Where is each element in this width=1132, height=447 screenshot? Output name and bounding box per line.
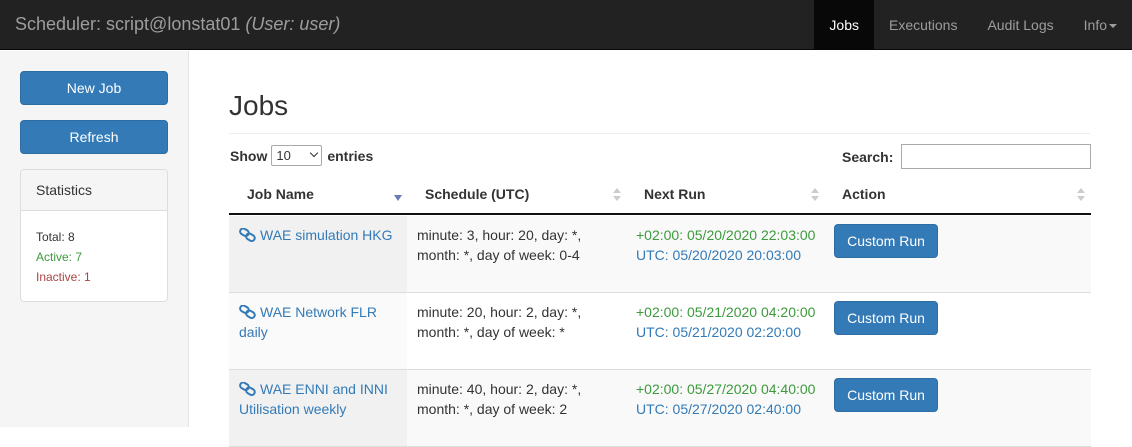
custom-run-button[interactable]: Custom Run bbox=[834, 378, 938, 412]
next-run-local: +02:00: 05/20/2020 22:03:00 bbox=[636, 227, 816, 243]
main-nav: Jobs Executions Audit Logs Info bbox=[814, 0, 1132, 50]
link-icon bbox=[239, 305, 256, 319]
nav-info-label: Info bbox=[1083, 17, 1107, 33]
next-run-cell: +02:00: 05/21/2020 04:20:00 UTC: 05/21/2… bbox=[636, 302, 826, 342]
job-name-cell: WAE simulation HKG bbox=[229, 216, 407, 292]
table-row: WAE simulation HKG minute: 3, hour: 20, … bbox=[229, 216, 1091, 293]
job-link[interactable]: WAE Network FLR daily bbox=[239, 304, 377, 340]
top-navbar: Scheduler: script@lonstat01 (User: user)… bbox=[0, 0, 1132, 50]
column-header-action[interactable]: Action bbox=[842, 175, 886, 214]
stat-inactive: Inactive: 1 bbox=[36, 270, 91, 284]
statistics-heading: Statistics bbox=[21, 170, 167, 211]
table-header: Job Name Schedule (UTC) Next Run Action bbox=[229, 175, 1091, 215]
sort-desc-icon bbox=[394, 195, 402, 201]
job-name-cell: WAE Network FLR daily bbox=[229, 293, 407, 369]
search-input[interactable] bbox=[901, 144, 1091, 169]
link-icon bbox=[239, 382, 256, 396]
table-row: WAE Network FLR daily minute: 20, hour: … bbox=[229, 293, 1091, 370]
next-run-cell: +02:00: 05/20/2020 22:03:00 UTC: 05/20/2… bbox=[636, 225, 826, 265]
schedule-cell: minute: 3, hour: 20, day: *, month: *, d… bbox=[417, 227, 582, 263]
custom-run-button[interactable]: Custom Run bbox=[834, 224, 938, 258]
chevron-down-icon bbox=[310, 148, 319, 158]
app-brand[interactable]: Scheduler: script@lonstat01 (User: user) bbox=[15, 14, 340, 35]
nav-audit-logs[interactable]: Audit Logs bbox=[972, 0, 1068, 50]
entries-select-value: 10 bbox=[276, 148, 291, 163]
job-name: WAE simulation HKG bbox=[260, 227, 393, 243]
link-icon bbox=[239, 228, 256, 242]
column-label: Job Name bbox=[247, 186, 314, 202]
sort-icon bbox=[613, 188, 621, 204]
sort-icon bbox=[811, 188, 819, 204]
caret-down-icon bbox=[1109, 24, 1117, 29]
nav-executions[interactable]: Executions bbox=[874, 0, 972, 50]
next-run-cell: +02:00: 05/27/2020 04:40:00 UTC: 05/27/2… bbox=[636, 379, 826, 419]
column-label: Schedule (UTC) bbox=[425, 186, 530, 202]
custom-run-button[interactable]: Custom Run bbox=[834, 301, 938, 335]
page-title: Jobs bbox=[229, 90, 289, 121]
schedule-cell: minute: 40, hour: 2, day: *, month: *, d… bbox=[417, 381, 582, 417]
stat-total: Total: 8 bbox=[36, 230, 75, 244]
column-label: Next Run bbox=[644, 186, 706, 202]
job-link[interactable]: WAE simulation HKG bbox=[239, 227, 393, 243]
column-label: Action bbox=[842, 186, 886, 202]
stat-active: Active: 7 bbox=[36, 250, 83, 264]
brand-title: Scheduler: script@lonstat01 bbox=[15, 14, 241, 34]
statistics-panel: Statistics Total: 8 Active: 7 Inactive: … bbox=[20, 169, 168, 302]
refresh-button[interactable]: Refresh bbox=[20, 120, 168, 154]
job-name: WAE ENNI and INNI Utilisation weekly bbox=[239, 381, 388, 417]
entries-select[interactable]: 10 bbox=[271, 145, 323, 166]
schedule-cell: minute: 20, hour: 2, day: *, month: *, d… bbox=[417, 304, 582, 340]
show-label: Show bbox=[230, 147, 268, 164]
brand-user: (User: user) bbox=[245, 14, 341, 34]
sidebar: New Job Refresh Statistics Total: 8 Acti… bbox=[0, 51, 189, 427]
new-job-button[interactable]: New Job bbox=[20, 71, 168, 105]
page-length-control: Show 10 entries bbox=[230, 145, 373, 166]
nav-jobs[interactable]: Jobs bbox=[814, 0, 874, 50]
next-run-utc: UTC: 05/21/2020 02:20:00 bbox=[636, 324, 802, 340]
nav-info-dropdown[interactable]: Info bbox=[1069, 0, 1132, 50]
job-link[interactable]: WAE ENNI and INNI Utilisation weekly bbox=[239, 381, 388, 417]
table-row: WAE ENNI and INNI Utilisation weekly min… bbox=[229, 370, 1091, 447]
column-header-job-name[interactable]: Job Name bbox=[247, 175, 314, 214]
next-run-utc: UTC: 05/20/2020 20:03:00 bbox=[636, 247, 802, 263]
job-name-cell: WAE ENNI and INNI Utilisation weekly bbox=[229, 370, 407, 446]
job-name: WAE Network FLR daily bbox=[239, 304, 377, 340]
column-header-next-run[interactable]: Next Run bbox=[644, 175, 705, 214]
search-label: Search: bbox=[842, 149, 894, 165]
next-run-local: +02:00: 05/21/2020 04:20:00 bbox=[636, 304, 816, 320]
column-header-schedule[interactable]: Schedule (UTC) bbox=[425, 175, 529, 214]
next-run-utc: UTC: 05/27/2020 02:40:00 bbox=[636, 401, 802, 417]
sort-icon bbox=[1077, 188, 1085, 204]
title-divider bbox=[229, 133, 1090, 134]
entries-label: entries bbox=[327, 147, 374, 164]
next-run-local: +02:00: 05/27/2020 04:40:00 bbox=[636, 381, 816, 397]
